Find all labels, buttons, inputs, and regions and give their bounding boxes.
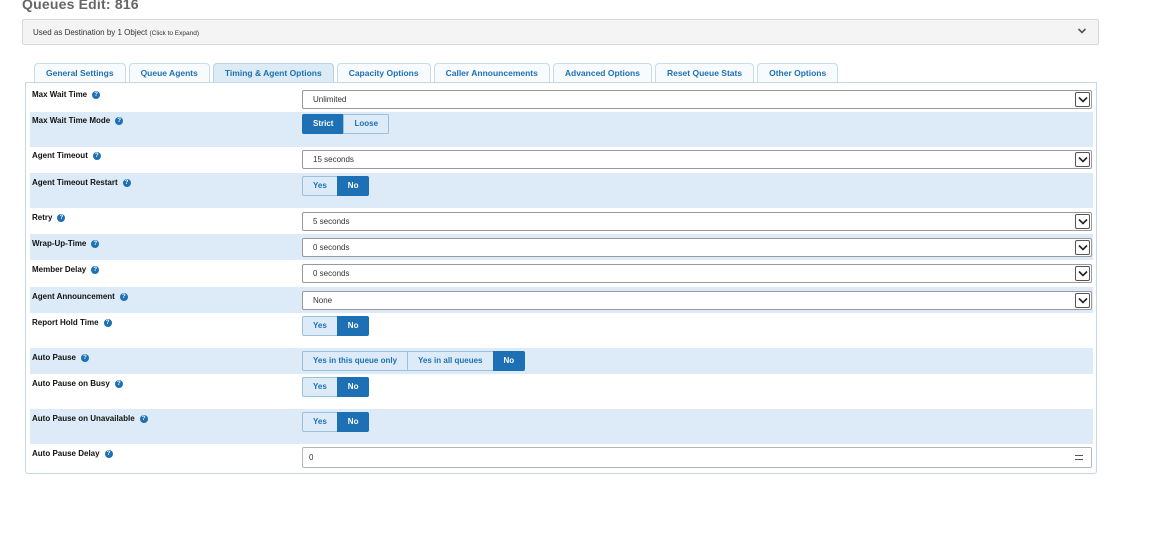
no-option[interactable]: No [336,377,370,397]
input-value: 0 [309,453,314,462]
retry-label: Retry? [32,213,66,222]
yes-option[interactable]: Yes [302,412,338,432]
wrap-up-time-label: Wrap-Up-Time? [32,239,100,248]
usage-expander[interactable]: Used as Destination by 1 Object (Click t… [22,19,1099,45]
agent-timeout-restart-row: Agent Timeout Restart? Yes No [30,173,1093,208]
retry-select[interactable]: 5 seconds [302,212,1092,231]
no-option[interactable]: No [336,176,370,196]
yes-option[interactable]: Yes [302,377,338,397]
max-wait-time-row: Max Wait Time? Unlimited [30,86,1093,112]
auto-pause-delay-label: Auto Pause Delay? [32,449,113,458]
question-circle-icon[interactable]: ? [103,318,112,327]
question-circle-icon[interactable]: ? [139,414,148,423]
agent-announcement-label: Agent Announcement? [32,292,128,301]
agent-timeout-select[interactable]: 15 seconds [302,150,1092,169]
strict-option[interactable]: Strict [302,114,345,134]
max-wait-time-mode-label: Max Wait Time Mode? [32,116,124,125]
tab-advanced-options[interactable]: Advanced Options [552,63,652,83]
select-value: None [313,296,333,305]
chevron-down-icon [1075,152,1090,167]
max-wait-time-mode-row: Max Wait Time Mode? Strict Loose [30,112,1093,147]
chevron-down-icon[interactable] [1075,24,1089,38]
member-delay-select[interactable]: 0 seconds [302,264,1092,283]
tab-capacity-options[interactable]: Capacity Options [336,63,431,83]
member-delay-label: Member Delay? [32,265,100,274]
max-wait-time-select[interactable]: Unlimited [302,90,1092,109]
tab-reset-queue-stats[interactable]: Reset Queue Stats [654,63,755,83]
question-circle-icon[interactable]: ? [122,178,131,187]
auto-pause-on-busy-toggle: Yes No [302,377,370,397]
retry-row: Retry? 5 seconds [30,208,1093,234]
question-circle-icon[interactable]: ? [119,292,128,301]
no-option[interactable]: No [336,412,370,432]
agent-announcement-select[interactable]: None [302,291,1092,310]
chevron-down-icon [1075,92,1090,107]
report-hold-time-toggle: Yes No [302,316,370,336]
auto-pause-delay-input[interactable]: 0 [302,447,1092,468]
member-delay-row: Member Delay? 0 seconds [30,260,1093,287]
auto-pause-on-unavailable-row: Auto Pause on Unavailable? Yes No [30,409,1093,444]
tab-caller-announcements[interactable]: Caller Announcements [433,63,550,83]
auto-pause-on-unavailable-label: Auto Pause on Unavailable? [32,414,148,423]
tab-other-options[interactable]: Other Options [757,63,839,83]
report-hold-time-label: Report Hold Time? [32,318,112,327]
yes-in-this-queue-only-option[interactable]: Yes in this queue only [302,351,409,371]
chevron-down-icon [1075,293,1090,308]
auto-pause-on-unavailable-toggle: Yes No [302,412,370,432]
question-circle-icon[interactable]: ? [92,90,101,99]
yes-in-all-queues-option[interactable]: Yes in all queues [407,351,494,371]
auto-pause-on-busy-row: Auto Pause on Busy? Yes No [30,374,1093,409]
tab-general-settings[interactable]: General Settings [34,63,126,83]
chevron-down-icon [1075,266,1090,281]
question-circle-icon[interactable]: ? [115,116,124,125]
auto-pause-on-busy-label: Auto Pause on Busy? [32,379,123,388]
agent-timeout-label: Agent Timeout? [32,151,101,160]
chevron-down-icon [1075,214,1090,229]
auto-pause-label: Auto Pause? [32,353,90,362]
chevron-down-icon [1075,240,1090,255]
wrap-up-time-row: Wrap-Up-Time? 0 seconds [30,234,1093,260]
question-circle-icon[interactable]: ? [91,265,100,274]
select-value: 0 seconds [313,269,350,278]
wrap-up-time-select[interactable]: 0 seconds [302,238,1092,257]
auto-pause-row: Auto Pause? Yes in this queue only Yes i… [30,348,1093,374]
usage-text: Used as Destination by 1 Object (Click t… [33,28,200,37]
settings-panel: Max Wait Time? Unlimited Max Wait Time M… [25,82,1097,474]
agent-timeout-row: Agent Timeout? 15 seconds [30,147,1093,173]
select-value: Unlimited [313,95,347,104]
question-circle-icon[interactable]: ? [92,151,101,160]
select-value: 0 seconds [313,243,350,252]
question-circle-icon[interactable]: ? [81,353,90,362]
question-circle-icon[interactable]: ? [91,239,100,248]
auto-pause-delay-row: Auto Pause Delay? 0 [30,444,1093,472]
agent-timeout-restart-label: Agent Timeout Restart? [32,178,131,187]
number-spinner-icon[interactable] [1075,455,1083,460]
tab-bar: General Settings Queue Agents Timing & A… [34,63,841,83]
loose-option[interactable]: Loose [343,114,390,134]
select-value: 5 seconds [313,217,350,226]
question-circle-icon[interactable]: ? [114,379,123,388]
page-title: Queues Edit: 816 [22,0,139,12]
question-circle-icon[interactable]: ? [57,213,66,222]
report-hold-time-row: Report Hold Time? Yes No [30,313,1093,348]
agent-timeout-restart-toggle: Yes No [302,176,370,196]
tab-timing-agent-options[interactable]: Timing & Agent Options [212,63,334,83]
tab-queue-agents[interactable]: Queue Agents [128,63,210,83]
agent-announcement-row: Agent Announcement? None [30,287,1093,313]
question-circle-icon[interactable]: ? [104,449,113,458]
no-option[interactable]: No [336,316,370,336]
yes-option[interactable]: Yes [302,176,338,196]
max-wait-time-label: Max Wait Time? [32,90,101,99]
yes-option[interactable]: Yes [302,316,338,336]
no-option[interactable]: No [492,351,526,371]
select-value: 15 seconds [313,155,354,164]
auto-pause-toggle: Yes in this queue only Yes in all queues… [302,351,526,371]
max-wait-time-mode-toggle: Strict Loose [302,114,390,134]
